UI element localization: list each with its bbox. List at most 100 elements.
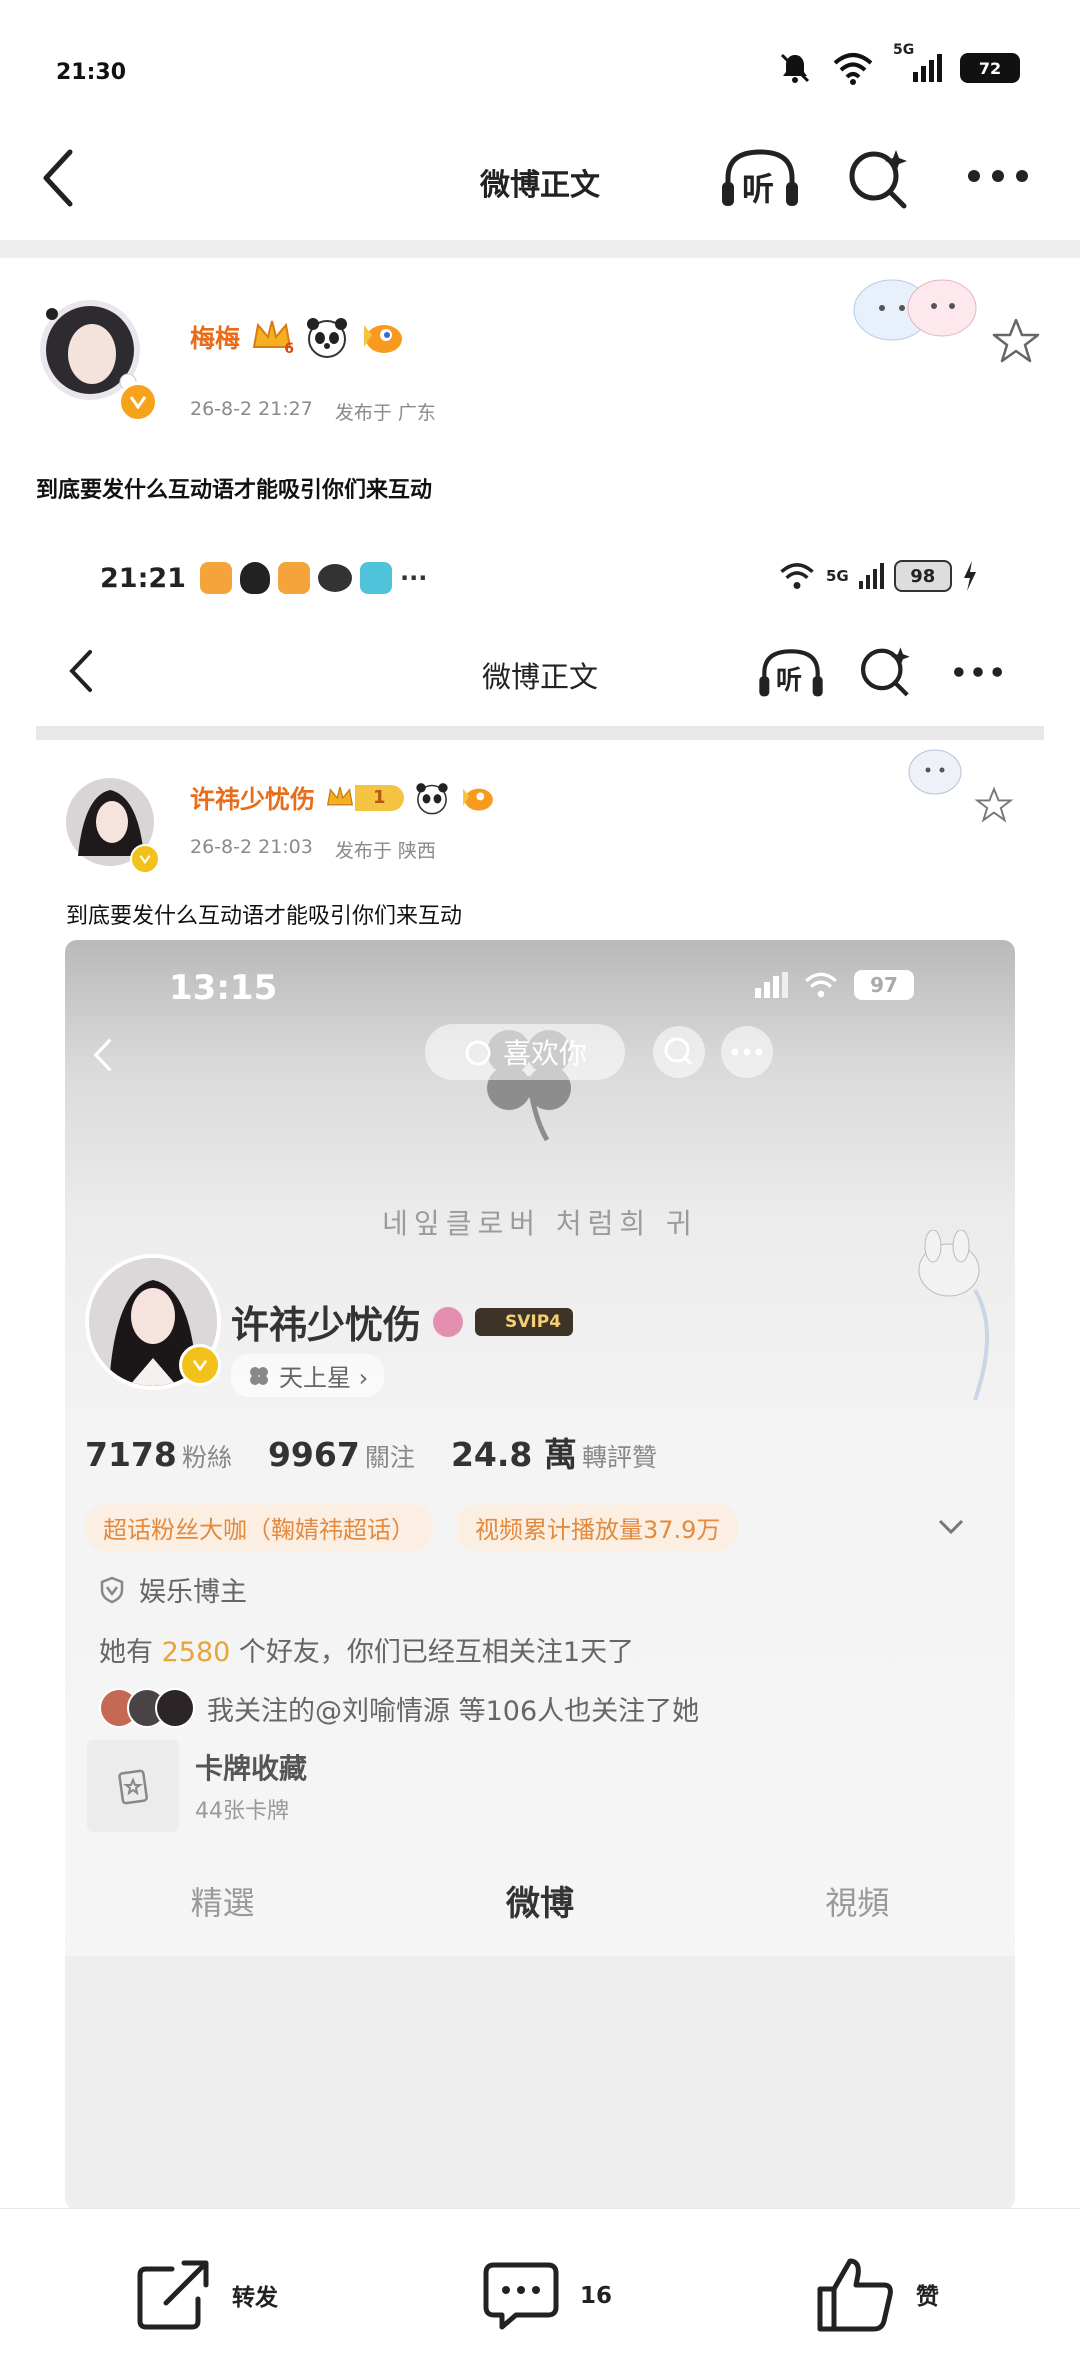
nested-status-time: 13:15 — [169, 968, 278, 1008]
stat-value: 7178 — [85, 1435, 177, 1474]
like-label: 赞 — [916, 2284, 939, 2310]
embedded-post-text: 到底要发什么互动语才能吸引你们来互动 — [66, 904, 463, 929]
verified-type-row: 娱乐博主 — [99, 1570, 247, 1609]
embedded-listen-label: 听 — [776, 666, 803, 696]
status-icons: 5G 72 — [777, 42, 1020, 86]
more-dots-icon[interactable] — [966, 166, 1030, 186]
author-name[interactable]: 梅梅 — [190, 319, 240, 355]
embedded-search-icon — [860, 647, 910, 697]
card-collection: 卡牌收藏 44张卡牌 — [87, 1740, 337, 1832]
profile-name: 许祎少忧伤 — [231, 1303, 422, 1347]
shield-v-icon — [100, 1576, 124, 1603]
embedded-status-left: 21:21 ··· — [100, 562, 427, 594]
stat-value: 9967 — [267, 1435, 360, 1474]
listen-button[interactable]: 听 — [718, 146, 802, 210]
embedded-crown-icon — [326, 786, 354, 806]
stat-following: 9967 關注 — [268, 1435, 415, 1474]
stat-value: 24.8 萬 — [450, 1435, 577, 1474]
video-plays-badge: 视频累计播放量37.9万 — [457, 1503, 739, 1551]
friends-prefix: 她有 — [99, 1637, 162, 1668]
mutual-avatars — [99, 1688, 195, 1728]
verified-type-label: 娱乐博主 — [139, 1577, 247, 1608]
avatar[interactable] — [32, 292, 158, 422]
embedded-star-icon — [974, 786, 1014, 823]
embedded-author-row: 许祎少忧伤 1 — [190, 780, 496, 816]
embedded-goldfish-icon — [462, 788, 493, 811]
profile-stats: 7178 粉絲 9967 關注 24.8 萬 轉評贊 — [85, 1428, 657, 1476]
battery-indicator: 72 — [960, 53, 1020, 83]
crown-level-badge: 6 — [250, 317, 294, 357]
repost-button[interactable]: 转发 — [136, 2259, 278, 2331]
star-favorite-icon[interactable] — [990, 316, 1042, 366]
like-you-label: 喜欢你 — [502, 1037, 587, 1070]
nested-more-icon — [731, 1048, 763, 1056]
stat-label: 粉絲 — [181, 1443, 232, 1472]
comment-button[interactable]: 16 — [482, 2259, 612, 2333]
nested-battery: 97 — [854, 970, 914, 1000]
post-time: 26-8-2 21:27 — [190, 398, 313, 420]
card-collection-title: 卡牌收藏 — [195, 1752, 308, 1785]
repost-label: 转发 — [232, 2285, 278, 2311]
chevron-down-icon — [938, 1519, 964, 1535]
friends-row: 她有 2580 个好友，你们已经互相关注1天了 — [99, 1630, 634, 1669]
like-button[interactable]: 赞 — [816, 2255, 939, 2333]
embedded-page-title: 微博正文 — [481, 660, 598, 694]
author-row: 梅梅 6 — [190, 316, 406, 358]
embedded-post-time: 26-8-2 21:03 — [190, 836, 313, 858]
listen-label: 听 — [742, 170, 775, 208]
verified-badge — [118, 382, 158, 422]
card-collection-text: 卡牌收藏 44张卡牌 — [195, 1747, 307, 1825]
mutual-follow-text: 我关注的@刘喻情源 等106人也关注了她 — [207, 1695, 700, 1727]
embedded-verified-badge — [130, 844, 160, 874]
nested-search-button — [653, 1026, 705, 1078]
app-heart-icon-2 — [277, 562, 310, 594]
charging-bolt-icon — [963, 561, 976, 591]
profile-tag: 天上星 › — [231, 1354, 385, 1397]
profile-badges-row: 超话粉丝大咖（鞠婧祎超话） 视频累计播放量37.9万 — [85, 1500, 965, 1554]
embedded-level-number: 1 — [355, 785, 404, 811]
nested-search-icon — [664, 1037, 693, 1066]
embedded-signal-icon — [858, 563, 884, 589]
friends-count: 2580 — [161, 1637, 231, 1668]
post-location: 发布于 广东 — [334, 402, 436, 424]
profile-check-icon — [192, 1359, 208, 1371]
comment-icon — [483, 2262, 559, 2330]
post-image[interactable]: 21:21 ··· 5G 98 微博正文 听 许祎少忧伤 1 26-8-2 21… — [0, 540, 1080, 2210]
embedded-network-type: 5G — [826, 567, 849, 585]
embedded-battery: 98 — [893, 560, 952, 592]
status-time: 21:30 — [56, 60, 127, 85]
bunny-sticker-icon — [918, 1230, 989, 1401]
more-notifications-icon: ··· — [399, 564, 428, 592]
embedded-status-time: 21:21 — [100, 562, 186, 594]
embedded-listen-button: 听 — [756, 646, 826, 700]
embedded-author-name: 许祎少忧伤 — [190, 785, 316, 814]
stat-interactions: 24.8 萬 轉評贊 — [451, 1428, 657, 1476]
banner-text: 네잎클로버 처럼희 귀 — [382, 1207, 698, 1240]
card-collection-icon-wrap — [87, 1740, 179, 1832]
embedded-more-icon — [954, 667, 1002, 677]
book-app-icon — [359, 562, 392, 594]
embedded-post-location: 发布于 陕西 — [334, 840, 436, 862]
share-icon — [137, 2260, 209, 2330]
search-spark-icon[interactable] — [846, 146, 912, 212]
pink-badge-icon — [433, 1306, 464, 1337]
goldfish-icon — [364, 325, 403, 353]
bottom-action-bar: 转发 16 赞 — [0, 2208, 1080, 2373]
hand-heart-icon — [465, 1040, 491, 1066]
stat-label: 轉評贊 — [581, 1443, 657, 1472]
tab-weibo: 微博 — [505, 1884, 574, 1924]
page-title: 微博正文 — [480, 168, 600, 203]
post-text: 到底要发什么互动语才能吸引你们来互动 — [36, 478, 433, 503]
clover-small-icon — [250, 1366, 268, 1385]
network-type: 5G — [893, 42, 915, 58]
embedded-decorative-sticker — [908, 749, 962, 795]
level-number: 6 — [284, 341, 295, 357]
qq-penguin-icon — [239, 562, 270, 594]
stat-label: 關注 — [364, 1443, 415, 1472]
svip-badge: SVIP4 — [475, 1307, 574, 1336]
mutual-follow-row: 我关注的@刘喻情源 等106人也关注了她 — [99, 1688, 699, 1728]
card-collection-sub: 44张卡牌 — [195, 1799, 289, 1824]
signal-icon: 5G — [893, 42, 942, 82]
nested-more-button — [721, 1026, 773, 1078]
embedded-panda-icon — [415, 783, 448, 815]
